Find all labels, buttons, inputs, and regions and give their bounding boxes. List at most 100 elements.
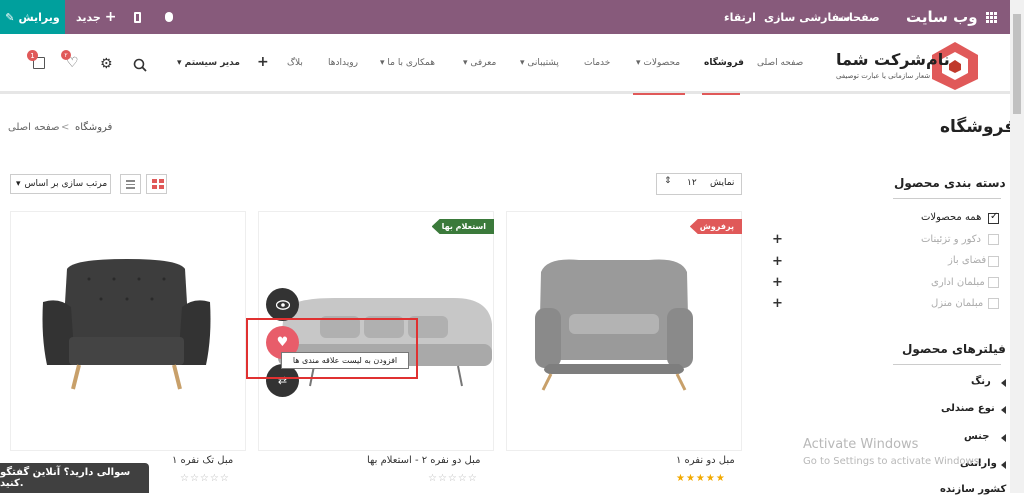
product-image-armchair: [42, 259, 211, 390]
nav-home[interactable]: صفحه اصلی: [757, 58, 803, 68]
nav-blog[interactable]: بلاگ: [287, 58, 303, 68]
product-rating-stars: ☆☆☆☆☆: [180, 473, 230, 484]
nav-events-label: رویدادها: [328, 58, 358, 68]
category-decor[interactable]: دکور و تزئینات: [921, 234, 981, 245]
nav-shop-underline: [702, 93, 740, 95]
admin-user-menu[interactable]: ▾ مدیر سیستم: [177, 58, 240, 68]
nav-about-label: معرفی: [470, 58, 497, 68]
category-checkbox-office[interactable]: [988, 277, 999, 288]
add-menu-plus-icon[interactable]: +: [257, 54, 269, 70]
edit-button[interactable]: ✎ ویرایش: [0, 0, 65, 34]
nav-support-label: پشتیبانی: [527, 58, 559, 68]
product-badge-label: پرفروش: [699, 222, 734, 231]
product-card[interactable]: پرفروش: [506, 211, 742, 451]
nav-home-label: صفحه اصلی: [757, 58, 804, 68]
website-menu[interactable]: وب سایت: [906, 0, 978, 34]
breadcrumb-current: فروشگاه: [75, 122, 112, 133]
mobile-preview-button[interactable]: [134, 0, 141, 34]
pencil-icon: ✎: [5, 10, 15, 24]
live-chat-button[interactable]: سوالی دارید؟ آنلاین گفتگو کنید.: [0, 463, 149, 493]
mobile-icon: [134, 11, 141, 23]
category-checkbox-decor[interactable]: [988, 234, 999, 245]
wishlist-count-badge: ۲: [61, 50, 71, 60]
pages-menu[interactable]: صفحات: [838, 0, 880, 34]
filter-chair-type[interactable]: نوع صندلی: [941, 403, 995, 414]
expand-decor-plus-icon[interactable]: +: [772, 232, 783, 247]
scrollbar-thumb[interactable]: [1013, 14, 1021, 114]
show-label: نمایش: [710, 178, 735, 188]
category-checkbox-home[interactable]: [988, 298, 999, 309]
nav-services[interactable]: خدمات: [584, 58, 610, 68]
activate-windows-subtitle: Go to Settings to activate Windows.: [803, 456, 983, 467]
check-icon: ✓: [990, 211, 999, 222]
nav-about[interactable]: ▾ معرفی: [463, 58, 496, 68]
nav-products-underline: [633, 93, 685, 95]
filter-material[interactable]: جنس: [964, 431, 989, 442]
category-checkbox-all[interactable]: ✓: [988, 211, 999, 224]
category-office[interactable]: مبلمان اداری: [931, 277, 985, 288]
category-home[interactable]: مبلمان منزل: [931, 298, 983, 309]
breadcrumb-current-label: فروشگاه: [75, 122, 113, 133]
nav-careers-label: همکاری با ما: [387, 58, 435, 68]
apps-menu-button[interactable]: [986, 0, 997, 34]
nav-services-label: خدمات: [584, 58, 611, 68]
filters-title: فیلترهای محصول: [902, 342, 1006, 356]
product-rating-stars: ☆☆☆☆☆: [428, 473, 478, 484]
cart-count: 1: [30, 51, 35, 60]
grid-view-icon[interactable]: [146, 174, 167, 194]
page-size-select[interactable]: نمایش ۱۲ ⇕: [656, 173, 742, 195]
product-badge: پرفروش: [689, 219, 742, 234]
product-name[interactable]: مبل دو نفره ۲ - استعلام بها: [367, 455, 481, 466]
categories-title: دسته بندی محصول: [894, 176, 1006, 190]
product-name[interactable]: مبل تک نفره ۱: [172, 455, 233, 466]
site-title: وب سایت: [906, 8, 978, 26]
list-view-icon[interactable]: [120, 174, 141, 194]
edit-label: ویرایش: [18, 10, 60, 24]
product-card[interactable]: [10, 211, 246, 451]
search-icon[interactable]: [133, 57, 147, 76]
nav-events[interactable]: رویدادها: [328, 58, 358, 68]
filter-color[interactable]: رنگ: [971, 376, 991, 387]
breadcrumb-separator: <: [61, 122, 70, 133]
category-all[interactable]: همه محصولات: [921, 212, 981, 223]
live-chat-label: سوالی دارید؟ آنلاین گفتگو کنید.: [0, 467, 131, 489]
nav-products-label: محصولات: [643, 58, 681, 68]
nav-shop[interactable]: فروشگاه: [704, 58, 744, 68]
filter-color-caret-icon: [1001, 379, 1006, 387]
category-outdoor[interactable]: فضای باز: [948, 255, 986, 266]
product-badge: استعلام بها: [431, 219, 494, 234]
grid-icon: [986, 11, 997, 23]
breadcrumb-home[interactable]: صفحه اصلی: [8, 122, 59, 133]
filter-material-caret-icon: [1001, 434, 1006, 442]
nav-careers[interactable]: ▾ همکاری با ما: [380, 58, 435, 68]
filter-country[interactable]: کشور سازنده: [940, 484, 1006, 495]
upgrade-menu[interactable]: ارتقاء: [724, 0, 756, 34]
filter-warranty-caret-icon: [1001, 461, 1006, 469]
categories-divider: [893, 198, 1001, 199]
product-badge-label: استعلام بها: [441, 222, 486, 231]
new-button[interactable]: جدید +: [76, 0, 117, 34]
nav-support[interactable]: ▾ پشتیبانی: [520, 58, 559, 68]
expand-home-plus-icon[interactable]: +: [772, 296, 783, 311]
cart-count-badge: 1: [27, 50, 38, 61]
nav-products[interactable]: ▾ محصولات: [636, 58, 680, 68]
top-editor-bar: ✎ ویرایش جدید + ارتقاء سفارشی سازی صفحات…: [0, 0, 1024, 34]
expand-outdoor-plus-icon[interactable]: +: [772, 254, 783, 269]
new-label: جدید: [76, 10, 101, 24]
nav-blog-label: بلاگ: [287, 58, 303, 68]
expand-office-plus-icon[interactable]: +: [772, 275, 783, 290]
plus-icon: +: [104, 9, 117, 25]
show-value: ۱۲: [687, 178, 697, 188]
sort-dropdown[interactable]: ▾ مرتب سازی بر اساس: [10, 174, 111, 194]
chevron-down-icon: ▾: [177, 58, 185, 68]
filter-chair-type-caret-icon: [1001, 406, 1006, 414]
gear-icon[interactable]: ⚙: [100, 56, 113, 72]
product-name[interactable]: مبل دو نفره ۱: [676, 455, 735, 466]
quick-view-eye-icon[interactable]: [266, 288, 299, 321]
category-checkbox-outdoor[interactable]: [988, 256, 999, 267]
breadcrumb-home-label: صفحه اصلی: [8, 122, 60, 133]
highlight-annotation-box: [246, 318, 418, 379]
activate-windows-title: Activate Windows: [803, 437, 919, 452]
page-scrollbar[interactable]: [1010, 0, 1024, 493]
debug-button[interactable]: [165, 0, 173, 34]
